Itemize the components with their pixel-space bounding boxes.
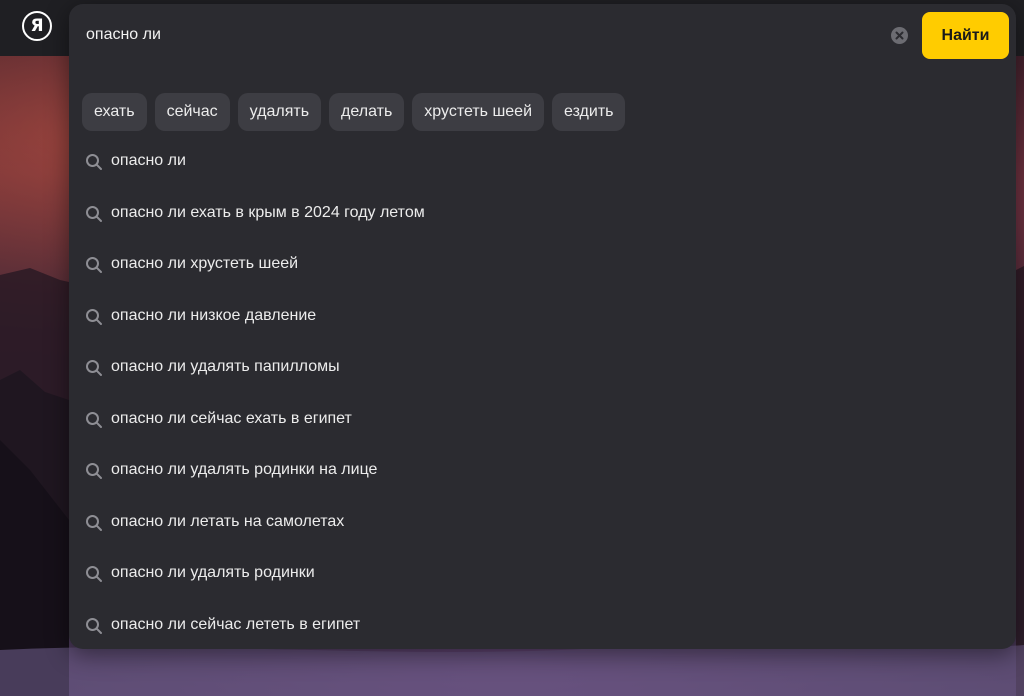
suggestion-text: опасно ли удалять родинки на лице <box>111 461 378 478</box>
suggestion-text: опасно ли хрустеть шеей <box>111 255 299 272</box>
search-panel: опасно ли Найти ехать сейчас удалять дел… <box>69 4 1016 649</box>
suggestion-text: опасно ли сейчас ехать в египет <box>111 409 352 427</box>
chip-seichas[interactable]: сейчас <box>154 93 230 131</box>
suggestion-text: опасно ли летать на самолетах <box>111 512 345 530</box>
suggestion-text: опасно ли удалять родинки <box>111 564 315 581</box>
search-icon <box>86 154 102 170</box>
chip-udalyat[interactable]: удалять <box>237 93 322 131</box>
suggestion-item[interactable]: опасно ли удалять папилломы <box>69 341 1016 393</box>
suggestion-text: опасно ли сейчас лететь в египет <box>111 615 361 633</box>
search-icon <box>86 411 102 428</box>
suggestion-text: опасно ли удалять папилломы <box>111 358 340 375</box>
chip-ekhat[interactable]: ехать <box>82 93 147 131</box>
search-icon <box>86 205 102 222</box>
suggestion-item[interactable]: опасно ли сейчас ехать в египет <box>69 393 1016 445</box>
suggestion-item[interactable]: опасно ли хрустеть шеей <box>69 238 1016 290</box>
search-icon <box>86 360 102 376</box>
search-icon <box>86 257 102 273</box>
search-icon <box>86 566 102 582</box>
suggestion-text: опасно ли ехать в крым в 2024 году летом <box>111 203 425 221</box>
refinement-chips: ехать сейчас удалять делать хрустеть шее… <box>82 93 626 131</box>
search-icon <box>86 514 102 531</box>
suggestion-item[interactable]: опасно ли низкое давление <box>69 290 1016 342</box>
suggestion-list: опасно ли опасно ли ехать в крым в 2024 … <box>69 135 1016 650</box>
suggestion-item[interactable]: опасно ли <box>69 135 1016 187</box>
suggestion-text: опасно ли низкое давление <box>111 306 317 324</box>
clear-icon[interactable] <box>891 27 908 44</box>
chip-khrustet-sheei[interactable]: хрустеть шеей <box>412 93 545 131</box>
search-icon <box>86 617 102 634</box>
search-button[interactable]: Найти <box>922 12 1009 59</box>
suggestion-item[interactable]: опасно ли удалять родинки <box>69 547 1016 599</box>
yandex-logo[interactable]: Я <box>22 11 52 41</box>
chip-ezdit[interactable]: ездить <box>552 93 626 131</box>
suggestion-text: опасно ли <box>111 152 186 169</box>
suggestion-item[interactable]: опасно ли удалять родинки на лице <box>69 444 1016 496</box>
search-icon <box>86 308 102 325</box>
suggestion-item[interactable]: опасно ли ехать в крым в 2024 году летом <box>69 187 1016 239</box>
suggestion-item[interactable]: опасно ли летать на самолетах <box>69 496 1016 548</box>
chip-delat[interactable]: делать <box>329 93 405 131</box>
search-input[interactable]: опасно ли <box>86 24 161 46</box>
suggestion-item[interactable]: опасно ли сейчас лететь в египет <box>69 599 1016 651</box>
search-icon <box>86 463 102 479</box>
